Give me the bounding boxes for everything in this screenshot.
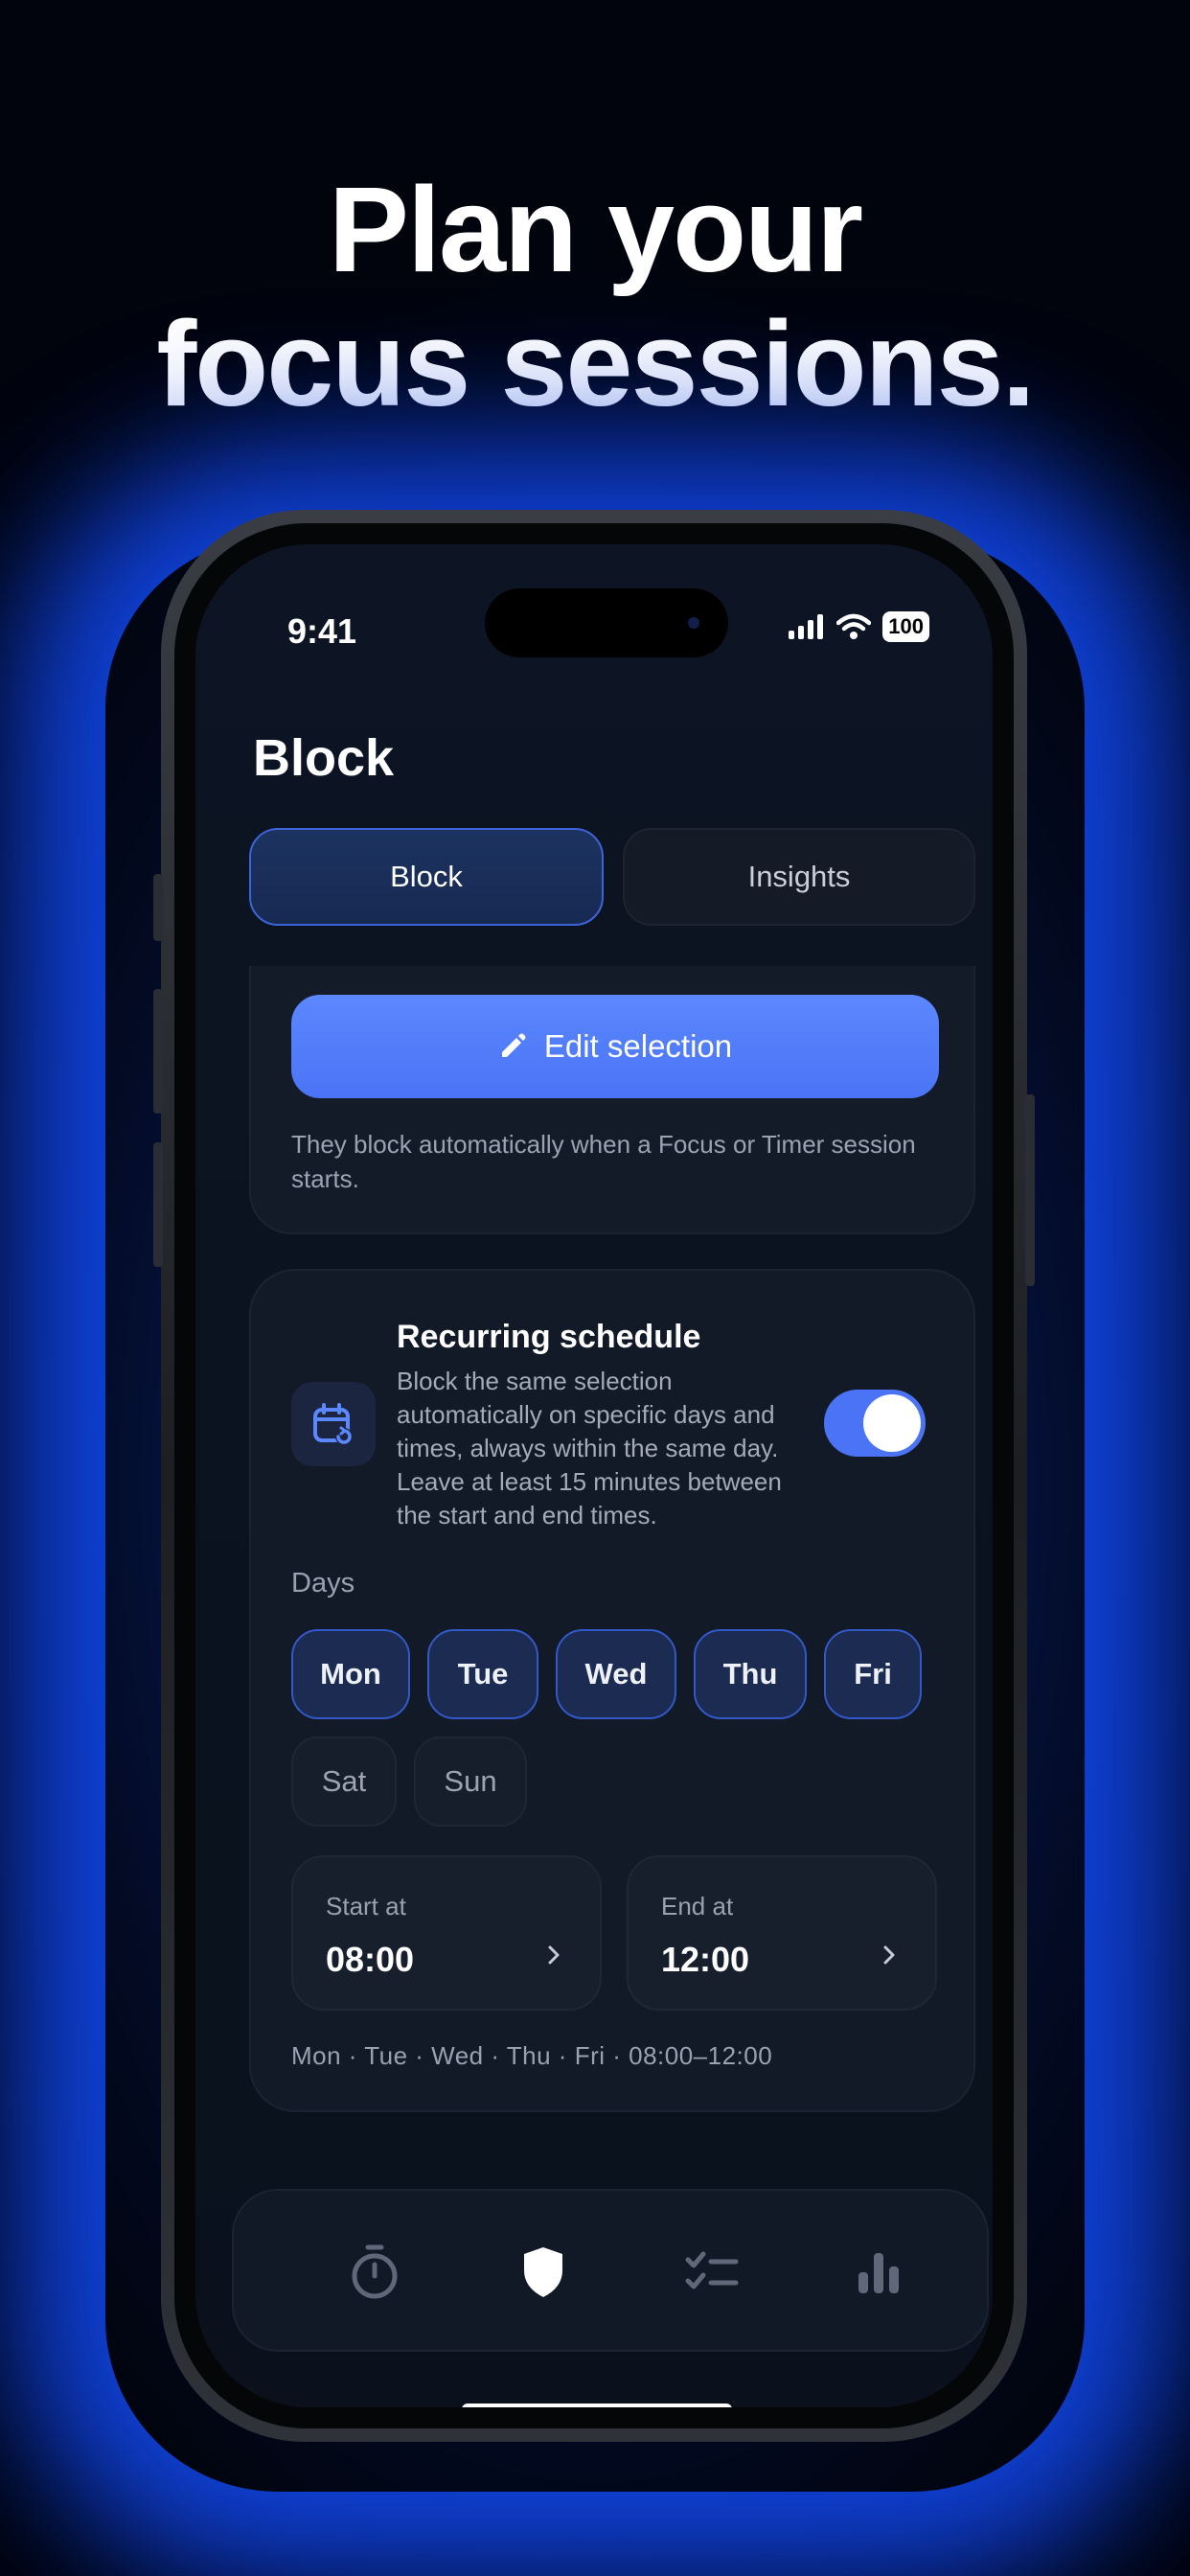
- tab-insights[interactable]: Insights: [623, 828, 975, 926]
- battery-indicator: 100: [882, 611, 929, 642]
- start-time-picker[interactable]: Start at 08:00: [291, 1855, 602, 2011]
- selection-note: They block automatically when a Focus or…: [291, 1130, 916, 1193]
- day-chip-thu[interactable]: Thu: [694, 1629, 807, 1719]
- tab-checklist[interactable]: [678, 2239, 745, 2306]
- day-chip-label: Fri: [854, 1657, 892, 1690]
- signal-icon: [789, 614, 824, 639]
- pencil-icon: [501, 1033, 526, 1057]
- day-chip-mon[interactable]: Mon: [291, 1629, 410, 1719]
- schedule-summary: Mon · Tue · Wed · Thu · Fri · 08:00–12:0…: [291, 2041, 773, 2070]
- start-time-value: 08:00: [326, 1940, 415, 1979]
- day-chip-label: Sat: [321, 1764, 367, 1798]
- bar-chart-icon: [858, 2253, 899, 2293]
- headline-line-1: Plan your: [328, 162, 863, 297]
- day-chip-fri[interactable]: Fri: [824, 1629, 922, 1719]
- page-title: Block: [253, 729, 395, 787]
- selection-card: Edit selection They block automatically …: [249, 966, 975, 1234]
- headline-line-2: focus sessions.: [156, 296, 1035, 431]
- day-chip-label: Sun: [444, 1764, 497, 1798]
- tab-insights-label: Insights: [747, 860, 851, 893]
- end-time-value: 12:00: [661, 1940, 750, 1979]
- end-time-label: End at: [661, 1892, 734, 1920]
- chevron-right-icon: [548, 1945, 560, 1965]
- checklist-icon: [685, 2251, 739, 2289]
- schedule-title: Recurring schedule: [397, 1319, 701, 1355]
- timer-icon: [352, 2244, 398, 2299]
- power-button: [1025, 1094, 1035, 1286]
- days-label: Days: [291, 1568, 355, 1598]
- edit-selection-label: Edit selection: [543, 1028, 733, 1064]
- home-indicator[interactable]: [462, 2404, 732, 2407]
- tab-shield[interactable]: [510, 2239, 577, 2306]
- schedule-toggle[interactable]: [824, 1390, 926, 1457]
- tab-block[interactable]: Block: [249, 828, 604, 926]
- tab-timer[interactable]: [341, 2239, 408, 2306]
- day-chip-sun[interactable]: Sun: [414, 1736, 527, 1827]
- phone-frame: 9:41 100 Block Block Insights Edit selec…: [153, 510, 1035, 2442]
- status-time: 9:41: [287, 611, 357, 651]
- start-time-label: Start at: [326, 1892, 406, 1920]
- dynamic-island: [485, 588, 728, 657]
- edit-selection-button[interactable]: Edit selection: [291, 995, 939, 1098]
- status-icons: 100: [789, 611, 929, 642]
- app-screen: 9:41 100 Block Block Insights Edit selec…: [195, 544, 993, 2407]
- action-button: [153, 874, 163, 941]
- day-chip-label: Thu: [722, 1657, 778, 1690]
- chevron-right-icon: [883, 1945, 895, 1965]
- wifi-icon: [836, 613, 872, 639]
- schedule-description: Block the same selection automatically o…: [397, 1367, 782, 1530]
- day-chip-label: Wed: [584, 1657, 648, 1690]
- tab-insights-stats[interactable]: [845, 2239, 912, 2306]
- day-chip-tue[interactable]: Tue: [427, 1629, 538, 1719]
- volume-down-button: [153, 1142, 163, 1267]
- headline: Plan your focus sessions.: [0, 163, 1190, 431]
- bottom-tab-bar: [232, 2189, 989, 2352]
- tab-block-label: Block: [390, 860, 463, 893]
- day-chip-label: Mon: [320, 1657, 381, 1690]
- shield-icon: [524, 2247, 562, 2297]
- day-chip-sat[interactable]: Sat: [291, 1736, 397, 1827]
- recurring-schedule-card: Recurring schedule Block the same select…: [249, 1269, 975, 2112]
- calendar-repeat-icon: [291, 1382, 376, 1466]
- end-time-picker[interactable]: End at 12:00: [627, 1855, 937, 2011]
- day-chip-label: Tue: [457, 1657, 509, 1690]
- day-chip-wed[interactable]: Wed: [556, 1629, 676, 1719]
- toggle-knob: [863, 1394, 921, 1452]
- volume-up-button: [153, 989, 163, 1114]
